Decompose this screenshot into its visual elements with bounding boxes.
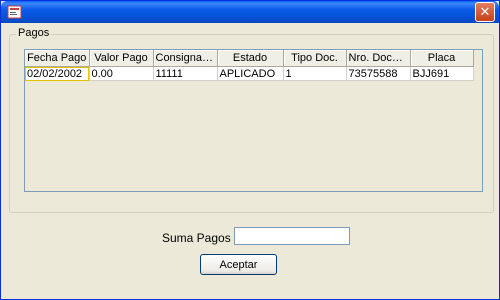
- table-cell[interactable]: 02/02/2002: [25, 66, 90, 81]
- payments-table-frame[interactable]: Fecha Pago Valor Pago Consignación Estad…: [24, 49, 483, 192]
- column-header-fecha-pago[interactable]: Fecha Pago: [25, 50, 90, 67]
- table-cell[interactable]: 0.00: [89, 66, 154, 81]
- table-cell[interactable]: APLICADO: [217, 66, 284, 81]
- table-cell[interactable]: 1: [283, 66, 347, 81]
- table-cell[interactable]: 11111: [153, 66, 218, 81]
- app-icon: [7, 5, 22, 19]
- column-header-consignacion[interactable]: Consignación: [153, 50, 218, 67]
- suma-pagos-label: Suma Pagos: [162, 231, 231, 245]
- column-header-placa[interactable]: Placa: [410, 50, 474, 67]
- column-header-valor-pago[interactable]: Valor Pago: [89, 50, 154, 67]
- table-row[interactable]: 02/02/2002 0.00 11111 APLICADO 1 7357558…: [25, 66, 474, 81]
- dialog-window: ✕ Pagos Fecha Pago Valor Pago Consignaci…: [0, 0, 500, 300]
- payments-table[interactable]: Fecha Pago Valor Pago Consignación Estad…: [25, 50, 474, 81]
- title-bar[interactable]: ✕: [1, 1, 499, 23]
- suma-pagos-field[interactable]: [234, 227, 350, 245]
- table-header-row: Fecha Pago Valor Pago Consignación Estad…: [25, 50, 474, 67]
- table-cell[interactable]: 73575588: [346, 66, 411, 81]
- pagos-groupbox: Pagos Fecha Pago Valor Pago Consignación…: [9, 27, 494, 213]
- groupbox-label: Pagos: [16, 27, 52, 39]
- column-header-nro-documento[interactable]: Nro. Docum...: [346, 50, 411, 67]
- close-icon: ✕: [479, 4, 491, 19]
- column-header-estado[interactable]: Estado: [217, 50, 284, 67]
- table-cell[interactable]: BJJ691: [410, 66, 474, 81]
- dialog-body: Pagos Fecha Pago Valor Pago Consignación…: [4, 23, 496, 297]
- close-button[interactable]: ✕: [475, 2, 495, 22]
- column-header-tipo-doc[interactable]: Tipo Doc.: [283, 50, 347, 67]
- accept-button[interactable]: Aceptar: [200, 254, 277, 275]
